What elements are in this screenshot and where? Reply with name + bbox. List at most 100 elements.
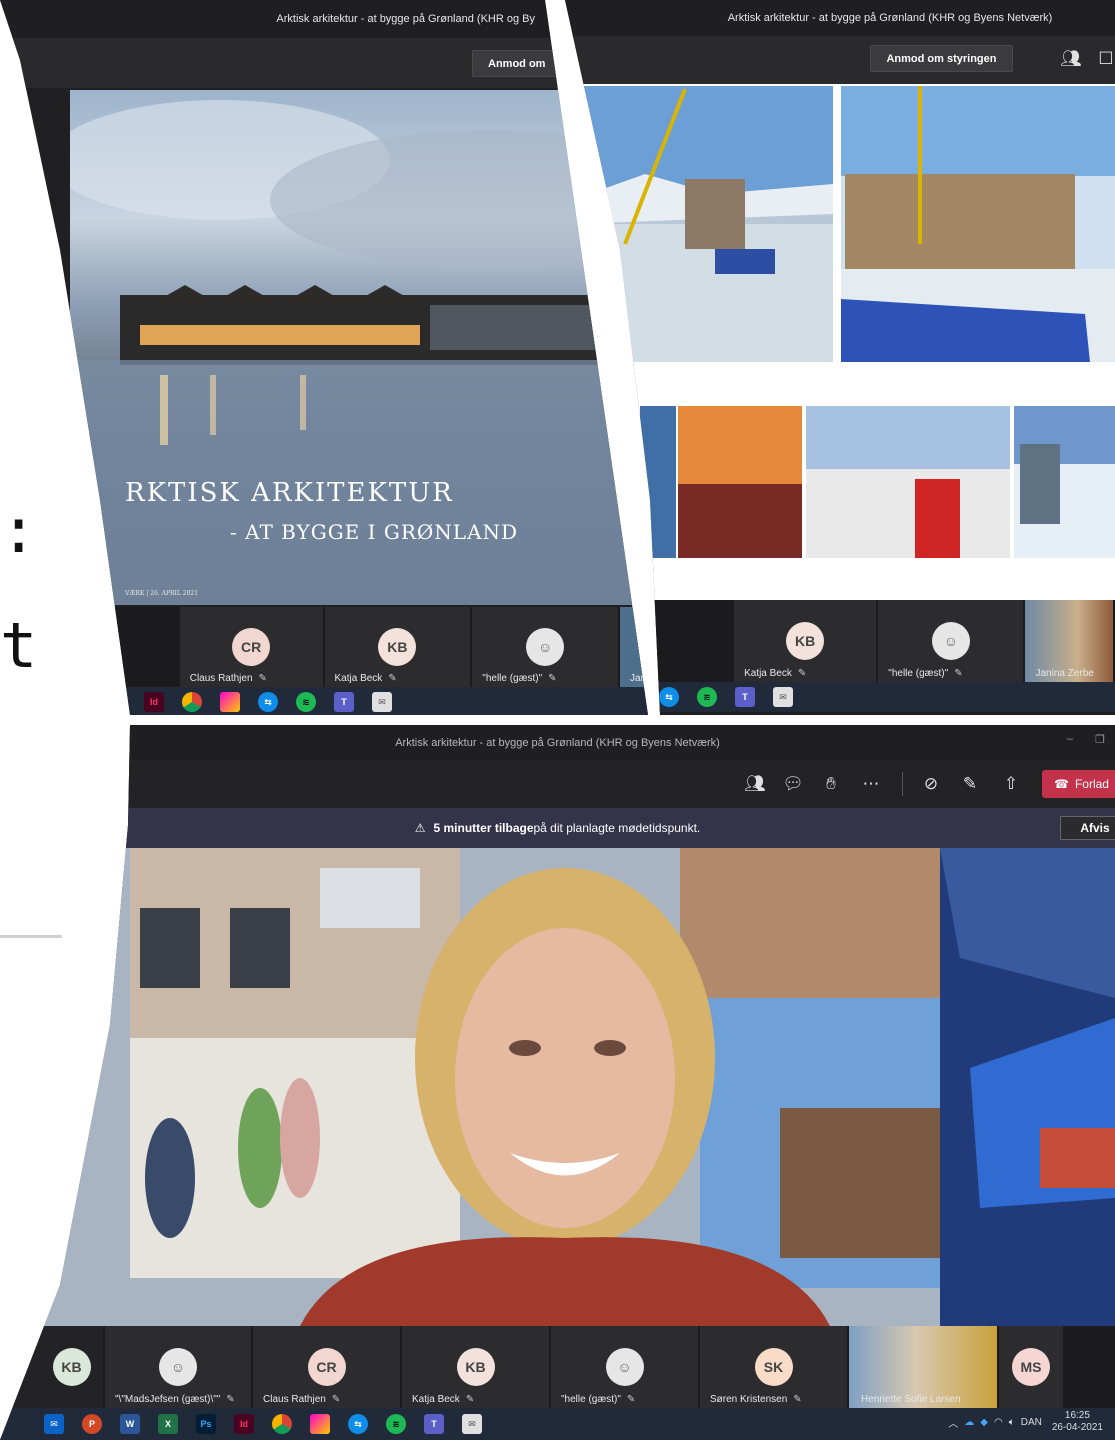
participant-tile[interactable]: CR Claus Rathjen ✎ (253, 1326, 402, 1408)
window-title: Arktisk arkitektur - at bygge på Grønlan… (395, 736, 720, 749)
meeting-toolbar: 👥︎ 💬︎ ✋︎ ⋯ ⊘ ✎ ⇧ ☎ Forlad (0, 760, 1115, 808)
spotify-icon[interactable]: ≋ (296, 692, 316, 712)
meeting-toolbar: Anmod om styringen 👥︎ ☐ (565, 36, 1115, 84)
mic-off-icon[interactable]: ✎ (957, 771, 983, 797)
powerpoint-icon[interactable]: P (82, 1414, 102, 1434)
participant-tile[interactable]: Jar (620, 607, 648, 687)
spotify-icon[interactable]: ≋ (386, 1414, 406, 1434)
chat-icon[interactable]: 💬︎ (780, 771, 806, 797)
participant-tile[interactable]: MS (999, 1326, 1065, 1408)
mic-off-icon: ✎ (465, 1394, 475, 1405)
mic-off-icon: ✎ (388, 673, 397, 684)
mic-off-icon: ✎ (331, 1394, 341, 1405)
onedrive-icon[interactable]: ☁ (964, 1417, 974, 1428)
teams-icon[interactable]: T (334, 692, 354, 712)
avatar: CR (307, 1348, 346, 1386)
mail-icon[interactable]: ✉ (773, 687, 793, 707)
mail-icon[interactable]: ✉ (462, 1414, 482, 1434)
participant-tile[interactable]: ☺ "helle (gæst)" ✎ (551, 1326, 700, 1408)
indesign-icon[interactable]: Id (234, 1414, 254, 1434)
clock[interactable]: 16:25 26-04-2021 (1052, 1410, 1103, 1434)
excel-icon[interactable]: X (158, 1414, 178, 1434)
participant-tile[interactable]: KB Katja Beck ✎ (324, 607, 473, 687)
participant-name: Janina Zerbe (1035, 668, 1094, 679)
slide-photos (575, 86, 1115, 558)
reactions-icon[interactable]: ✋︎ (818, 771, 844, 797)
dropbox-icon[interactable]: ◆ (980, 1417, 988, 1428)
avatar: KB (378, 628, 417, 666)
chrome-icon[interactable] (182, 692, 202, 712)
warning-icon: ⚠ (414, 821, 426, 835)
window-titlebar: Arktisk arkitektur - at bygge på Grønlan… (0, 0, 648, 38)
teamviewer-icon[interactable]: ⇆ (659, 687, 679, 707)
language-indicator[interactable]: DAN (1021, 1417, 1042, 1428)
share-screen-icon[interactable]: ⇧ (998, 771, 1024, 797)
indesign-icon[interactable]: Id (144, 692, 164, 712)
participant-tile[interactable]: ☺ "helle (gæst)" ✎ (472, 607, 621, 687)
slide-divider (0, 935, 62, 938)
window-titlebar: Arktisk arkitektur - at bygge på Grønlan… (565, 0, 1115, 36)
word-icon[interactable]: W (120, 1414, 140, 1434)
participant-name: "helle (gæst)" ✎ (482, 673, 557, 684)
slide-char-t: t (0, 609, 38, 682)
slide-footer: VÆRK | 26. APRIL 2021 (125, 590, 199, 597)
participants-icon[interactable]: 👥︎ (742, 771, 768, 797)
guest-avatar-icon: ☺ (159, 1348, 197, 1386)
mic-off-icon: ✎ (226, 1394, 235, 1405)
participant-tile[interactable]: SK Søren Kristensen ✎ (700, 1326, 849, 1408)
participant-tile[interactable]: ☺ "\"MadsJefsen (gæst)\"" ✎ (105, 1326, 253, 1408)
leave-button[interactable]: ☎ Forlad (1042, 770, 1115, 798)
wifi-icon[interactable]: ◠ (994, 1417, 1003, 1428)
window-title: Arktisk arkitektur - at bygge på Grønlan… (727, 12, 1053, 24)
clock-time: 16:25 (1064, 1410, 1090, 1421)
mic-off-icon: ✎ (258, 673, 267, 684)
participant-tile[interactable]: KB Katja Beck ✎ (402, 1326, 551, 1408)
avatar: KB (456, 1348, 495, 1386)
avatar: SK (754, 1348, 793, 1386)
outlook-icon[interactable]: ✉ (44, 1414, 64, 1434)
system-tray: ︿ ☁ ◆ ◠ 🔈︎ DAN 16:25 26-04-2021 (948, 1410, 1103, 1434)
request-control-button[interactable]: Anmod om styringen (870, 45, 1013, 72)
banner-bold-text: 5 minutter tilbage (433, 821, 534, 835)
guest-avatar-icon: ☺ (605, 1348, 644, 1386)
participant-strip: KB ☺ "\"MadsJefsen (gæst)\"" ✎ CR Claus R… (0, 1326, 1115, 1408)
minimize-icon[interactable]: – (1067, 733, 1073, 745)
mail-icon[interactable]: ✉ (372, 692, 392, 712)
participant-tile-video[interactable]: Janina Zerbe (1025, 600, 1115, 682)
request-control-button[interactable]: Anmod om (472, 50, 562, 77)
slide-char-colon: : (0, 494, 38, 567)
chrome-icon[interactable] (272, 1414, 292, 1434)
photoshop-icon[interactable]: Ps (196, 1414, 216, 1434)
app-icon[interactable] (310, 1414, 330, 1434)
participants-icon[interactable]: 👥︎ (1058, 46, 1084, 72)
teamviewer-icon[interactable]: ⇆ (348, 1414, 368, 1434)
clock-date: 26-04-2021 (1051, 1422, 1103, 1433)
mic-off-icon: ✎ (626, 1394, 636, 1405)
teams-icon[interactable]: T (735, 687, 755, 707)
participant-name: "\"MadsJefsen (gæst)\"" ✎ (115, 1394, 235, 1405)
maximize-icon[interactable]: ❐ (1095, 733, 1105, 746)
participant-tile[interactable]: KB Katja Beck ✎ (734, 600, 879, 682)
avatar: KB (52, 1348, 91, 1386)
app-icon[interactable] (220, 692, 240, 712)
participant-tile[interactable]: CR Claus Rathjen ✎ (179, 607, 325, 687)
participant-strip: KB Katja Beck ✎ ☺ "helle (gæst)" ✎ Janina … (565, 600, 1115, 682)
participant-name: Henriette Sofie Larsen (861, 1394, 961, 1405)
mic-off-icon: ✎ (954, 668, 963, 679)
camera-off-icon[interactable]: ⊘ (918, 771, 944, 797)
dismiss-button[interactable]: Afvis (1060, 816, 1115, 840)
spotify-icon[interactable]: ≋ (697, 687, 717, 707)
tray-chevron-icon[interactable]: ︿ (948, 1415, 958, 1430)
participant-tile-video[interactable]: Henriette Sofie Larsen (849, 1326, 999, 1408)
participant-tile[interactable]: ☺ "helle (gæst)" ✎ (878, 600, 1026, 682)
teams-icon[interactable]: T (424, 1414, 444, 1434)
window-titlebar: Arktisk arkitektur - at bygge på Grønlan… (0, 725, 1115, 760)
teamviewer-icon[interactable]: ⇆ (258, 692, 278, 712)
volume-icon[interactable]: 🔈︎ (1009, 1417, 1015, 1428)
more-options-icon[interactable]: ⋯ (858, 771, 884, 797)
speaker-video (0, 848, 1115, 1326)
chat-icon[interactable]: ☐ (1093, 46, 1115, 72)
participant-name: Søren Kristensen ✎ (710, 1394, 802, 1405)
participant-name: Katja Beck ✎ (412, 1394, 475, 1405)
slide-heading-line2: - AT BYGGE I GRØNLAND (230, 520, 519, 544)
